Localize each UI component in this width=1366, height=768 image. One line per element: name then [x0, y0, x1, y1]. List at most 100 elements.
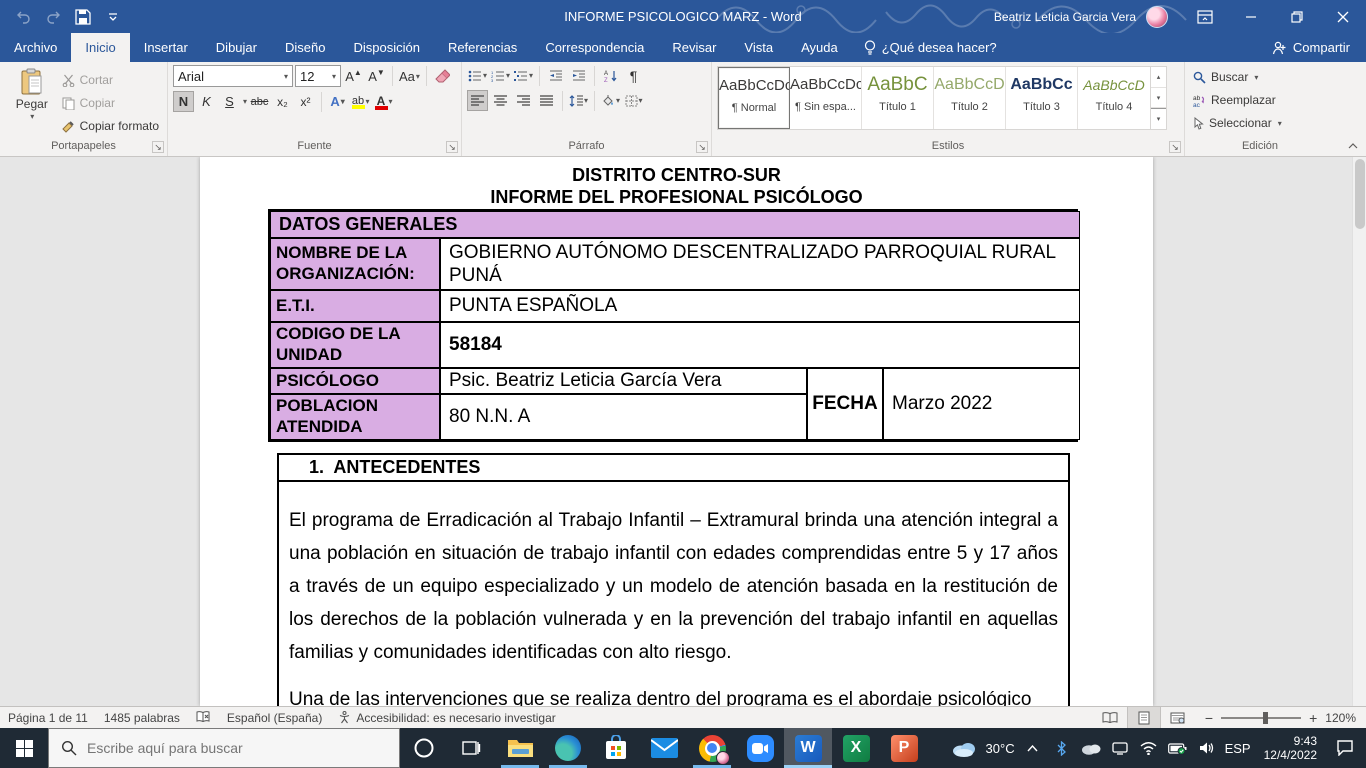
action-center-icon[interactable] [1330, 740, 1360, 756]
zoom-slider[interactable] [1221, 717, 1301, 719]
redo-icon[interactable] [40, 5, 66, 29]
superscript-button[interactable]: x² [295, 91, 316, 112]
copy-button[interactable]: Copiar [59, 93, 162, 113]
styles-scroll-up-icon[interactable]: ▴ [1151, 67, 1166, 88]
paste-button[interactable]: Pegar ▾ [5, 65, 59, 138]
strikethrough-button[interactable]: abc [249, 91, 270, 112]
align-right-button[interactable] [513, 90, 534, 111]
word-count[interactable]: 1485 palabras [96, 711, 188, 725]
style-titulo3[interactable]: AaBbCcTítulo 3 [1006, 67, 1078, 129]
zoom-app-button[interactable] [736, 728, 784, 768]
word-button[interactable]: W [784, 728, 832, 768]
subscript-button[interactable]: x₂ [272, 91, 293, 112]
collapse-ribbon-icon[interactable] [1348, 138, 1358, 152]
wifi-icon[interactable] [1138, 742, 1160, 755]
zoom-level[interactable]: 120% [1325, 711, 1356, 725]
tab-archivo[interactable]: Archivo [0, 33, 71, 62]
restore-button[interactable] [1274, 0, 1320, 33]
store-button[interactable] [592, 728, 640, 768]
style-titulo1[interactable]: AaBbCTítulo 1 [862, 67, 934, 129]
font-family-select[interactable]: Arial▾ [173, 65, 293, 87]
scrollbar-thumb[interactable] [1355, 159, 1365, 229]
bold-button[interactable]: N [173, 91, 194, 112]
change-case-button[interactable]: Aa▾ [398, 66, 421, 87]
powerpoint-button[interactable]: P [880, 728, 928, 768]
numbering-button[interactable]: 123▾ [490, 65, 511, 86]
edge-button[interactable] [544, 728, 592, 768]
bullets-button[interactable]: ▾ [467, 65, 488, 86]
sort-button[interactable]: AZ [600, 65, 621, 86]
chrome-button[interactable] [688, 728, 736, 768]
dialog-launcher-icon[interactable]: ↘ [152, 141, 164, 153]
proofing-status[interactable] [188, 711, 219, 724]
tab-diseno[interactable]: Diseño [271, 33, 339, 62]
search-input[interactable] [87, 740, 357, 756]
battery-icon[interactable] [1167, 742, 1189, 755]
tab-referencias[interactable]: Referencias [434, 33, 531, 62]
start-button[interactable] [0, 728, 48, 768]
onedrive-icon[interactable] [1080, 742, 1102, 755]
italic-button[interactable]: K [196, 91, 217, 112]
style-normal[interactable]: AaBbCcDc¶ Normal [718, 67, 790, 129]
minimize-button[interactable] [1228, 0, 1274, 33]
style-sin-espaciado[interactable]: AaBbCcDc¶ Sin espa... [790, 67, 862, 129]
shading-button[interactable]: ▾ [600, 90, 621, 111]
document-page[interactable]: DISTRITO CENTRO-SUR INFORME DEL PROFESIO… [200, 157, 1153, 706]
shrink-font-button[interactable]: A▼ [366, 66, 387, 87]
bluetooth-icon[interactable] [1051, 741, 1073, 756]
tab-dibujar[interactable]: Dibujar [202, 33, 271, 62]
dialog-launcher-icon[interactable]: ↘ [446, 141, 458, 153]
clock[interactable]: 9:43 12/4/2022 [1258, 734, 1323, 762]
customize-qat-icon[interactable] [100, 5, 126, 29]
dialog-launcher-icon[interactable]: ↘ [696, 141, 708, 153]
format-painter-button[interactable]: Copiar formato [59, 116, 162, 136]
keyboard-language[interactable]: ESP [1225, 741, 1251, 756]
zoom-in-button[interactable]: + [1309, 710, 1317, 726]
justify-button[interactable] [536, 90, 557, 111]
save-icon[interactable] [70, 5, 96, 29]
volume-icon[interactable] [1196, 741, 1218, 755]
line-spacing-button[interactable]: ▾ [568, 90, 589, 111]
dialog-launcher-icon[interactable]: ↘ [1169, 141, 1181, 153]
tab-revisar[interactable]: Revisar [658, 33, 730, 62]
highlight-button[interactable]: ab▾ [350, 91, 371, 112]
align-center-button[interactable] [490, 90, 511, 111]
print-layout-button[interactable] [1127, 707, 1161, 728]
underline-caret-icon[interactable]: ▾ [243, 97, 247, 106]
task-view-button[interactable] [448, 728, 496, 768]
select-button[interactable]: Seleccionar▾ [1190, 113, 1285, 133]
cortana-button[interactable] [400, 728, 448, 768]
tab-insertar[interactable]: Insertar [130, 33, 202, 62]
underline-button[interactable]: S [219, 91, 240, 112]
vertical-scrollbar[interactable] [1352, 157, 1366, 706]
clear-formatting-button[interactable] [432, 66, 453, 87]
font-size-select[interactable]: 12▾ [295, 65, 341, 87]
style-titulo4[interactable]: AaBbCcDTítulo 4 [1078, 67, 1150, 129]
tray-expand-icon[interactable] [1022, 745, 1044, 752]
increase-indent-button[interactable] [568, 65, 589, 86]
styles-scroll-down-icon[interactable]: ▾ [1151, 88, 1166, 109]
tab-vista[interactable]: Vista [730, 33, 787, 62]
read-mode-button[interactable] [1093, 707, 1127, 728]
account-name[interactable]: Beatriz Leticia Garcia Vera [994, 10, 1136, 24]
section-body[interactable]: El programa de Erradicación al Trabajo I… [279, 482, 1068, 706]
mail-button[interactable] [640, 728, 688, 768]
zoom-slider-thumb[interactable] [1263, 712, 1268, 724]
accessibility-status[interactable]: Accesibilidad: es necesario investigar [330, 711, 563, 725]
tab-correspondencia[interactable]: Correspondencia [531, 33, 658, 62]
weather-icon[interactable] [949, 740, 979, 757]
undo-icon[interactable] [10, 5, 36, 29]
decrease-indent-button[interactable] [545, 65, 566, 86]
grow-font-button[interactable]: A▲ [343, 66, 364, 87]
replace-button[interactable]: abac Reemplazar [1190, 90, 1285, 110]
multilevel-list-button[interactable]: ▾ [513, 65, 534, 86]
font-color-button[interactable]: A▾ [373, 91, 394, 112]
tab-disposicion[interactable]: Disposición [339, 33, 433, 62]
cut-button[interactable]: Cortar [59, 70, 162, 90]
align-left-button[interactable] [467, 90, 488, 111]
document-canvas[interactable]: DISTRITO CENTRO-SUR INFORME DEL PROFESIO… [0, 157, 1352, 706]
ribbon-display-options-icon[interactable] [1182, 0, 1228, 33]
find-button[interactable]: Buscar▾ [1190, 67, 1285, 87]
weather-temp[interactable]: 30°C [986, 741, 1015, 756]
avatar[interactable] [1146, 6, 1168, 28]
